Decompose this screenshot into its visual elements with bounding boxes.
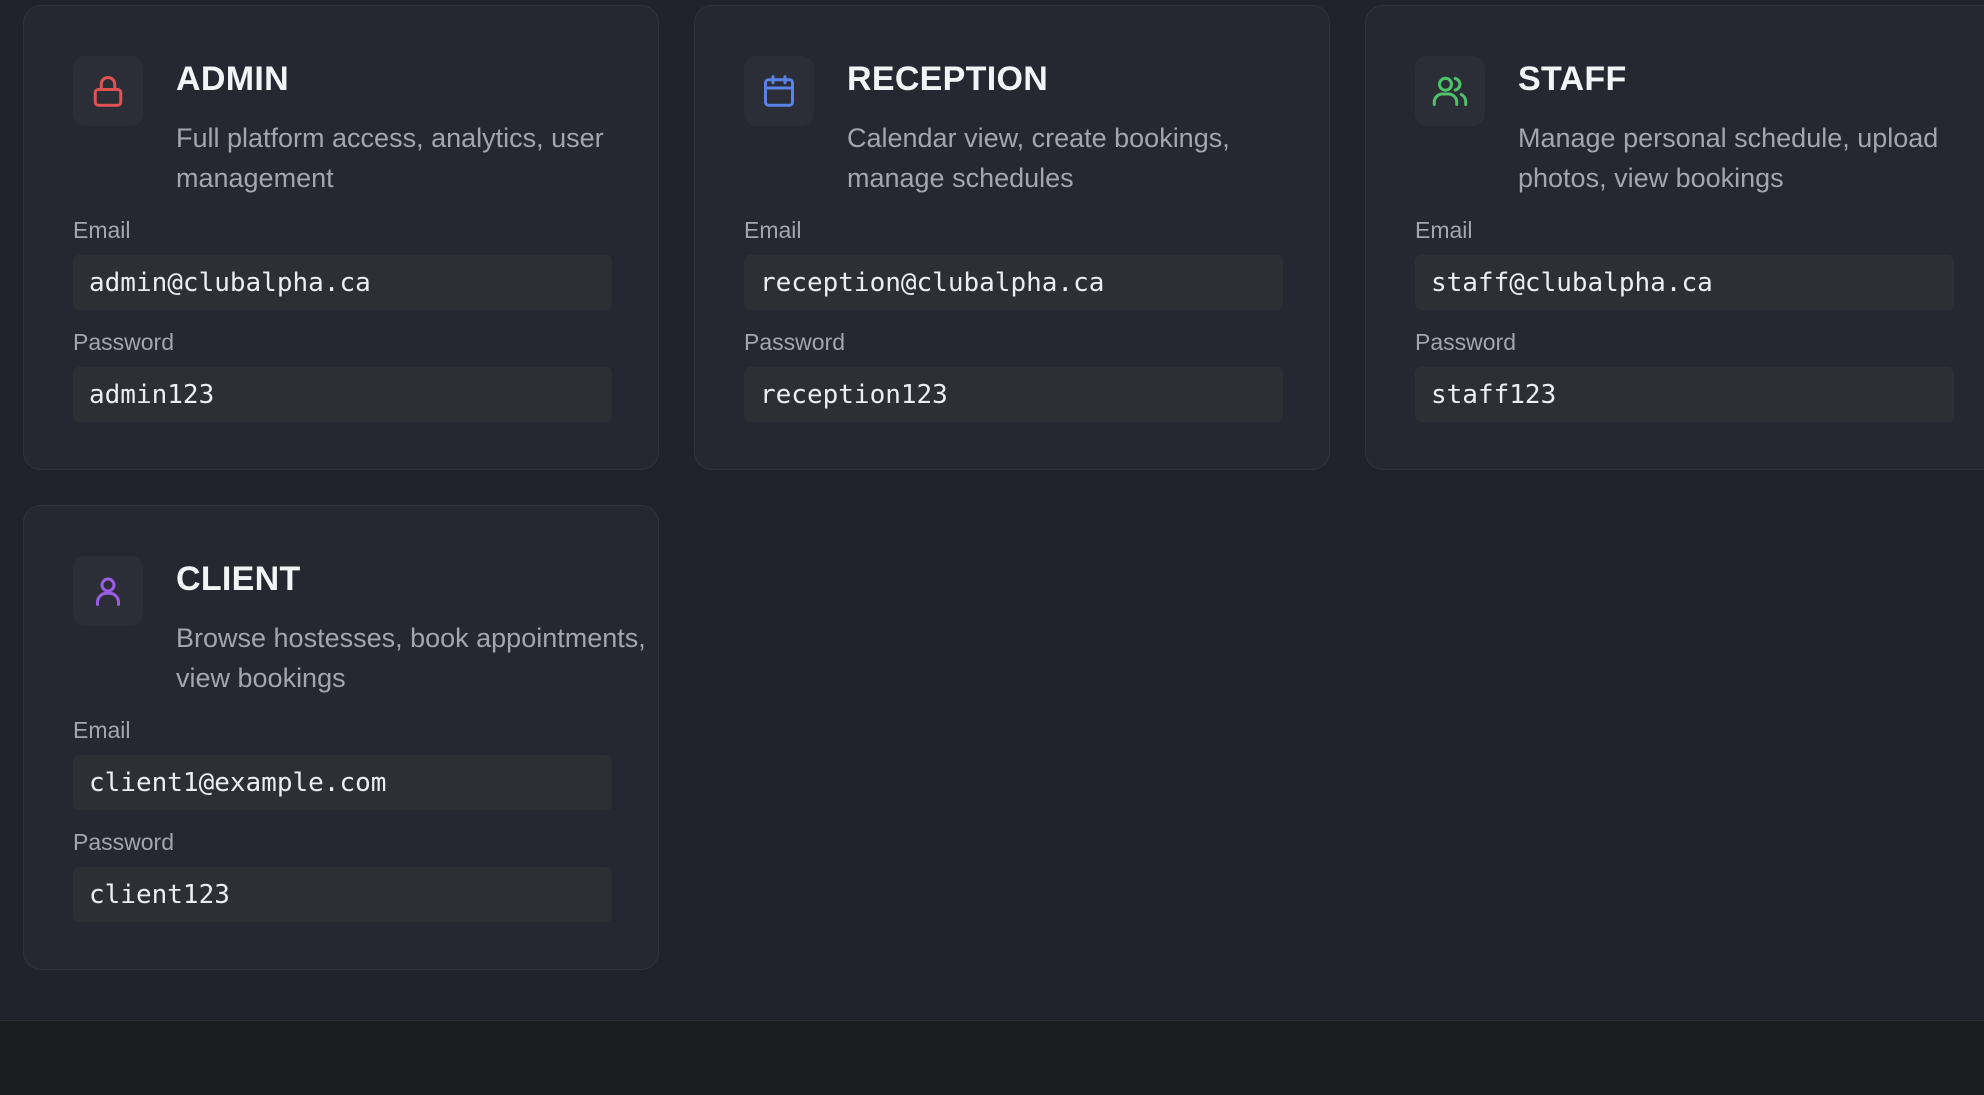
role-title: ADMIN: [176, 60, 289, 98]
email-label: Email: [73, 217, 131, 243]
password-value[interactable]: admin123: [73, 367, 612, 422]
role-icon-box: [73, 556, 143, 626]
role-description: Full platform access, analytics, user ma…: [176, 123, 604, 193]
email-label: Email: [744, 217, 802, 243]
role-description: Calendar view, create bookings, manage s…: [847, 123, 1230, 193]
password-value[interactable]: reception123: [744, 367, 1283, 422]
demo-accounts-grid: ADMIN Full platform access, analytics, u…: [23, 5, 1984, 973]
user-icon: [96, 577, 120, 606]
password-label: Password: [1415, 329, 1516, 355]
role-description: Browse hostesses, book appointments, vie…: [176, 623, 646, 693]
password-value[interactable]: client123: [73, 867, 612, 922]
role-title: RECEPTION: [847, 60, 1049, 98]
account-card-client[interactable]: CLIENT Browse hostesses, book appointmen…: [23, 505, 659, 970]
account-card-admin[interactable]: ADMIN Full platform access, analytics, u…: [23, 5, 659, 470]
password-label: Password: [744, 329, 845, 355]
role-description: Manage personal schedule, upload photos,…: [1518, 123, 1939, 193]
password-label: Password: [73, 829, 174, 855]
email-value[interactable]: reception@clubalpha.ca: [744, 255, 1283, 310]
email-label: Email: [1415, 217, 1473, 243]
page-footer: [0, 1020, 1984, 1095]
email-value[interactable]: admin@clubalpha.ca: [73, 255, 612, 310]
email-value[interactable]: client1@example.com: [73, 755, 612, 810]
role-title: CLIENT: [176, 560, 301, 598]
email-label: Email: [73, 717, 131, 743]
users-icon: [1432, 76, 1468, 106]
password-value[interactable]: staff123: [1415, 367, 1954, 422]
role-icon-box: [73, 56, 143, 126]
password-label: Password: [73, 329, 174, 355]
account-card-reception[interactable]: RECEPTION Calendar view, create bookings…: [694, 5, 1330, 470]
lock-icon: [93, 76, 123, 107]
account-card-staff[interactable]: STAFF Manage personal schedule, upload p…: [1365, 5, 1984, 470]
role-icon-box: [744, 56, 814, 126]
role-title: STAFF: [1518, 60, 1627, 98]
calendar-icon: [764, 75, 794, 107]
email-value[interactable]: staff@clubalpha.ca: [1415, 255, 1954, 310]
role-icon-box: [1415, 56, 1485, 126]
